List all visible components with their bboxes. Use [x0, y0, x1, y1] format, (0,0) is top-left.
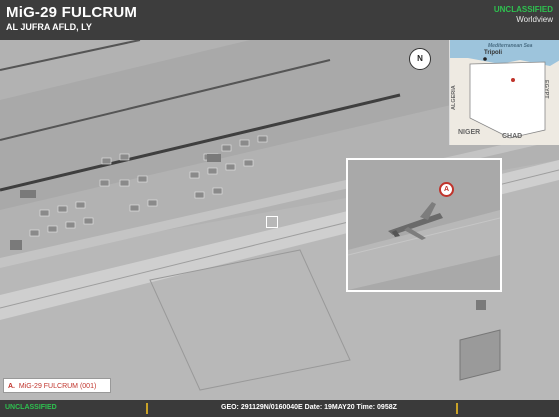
header-bar: MiG-29 FULCRUM AL JUFRA AFLD, LY UNCLASS…: [0, 0, 559, 40]
locator-label-niger: NIGER: [458, 129, 481, 136]
legend-box: A. MiG-29 FULCRUM (001): [3, 378, 111, 393]
classification-banner-top: UNCLASSIFIED: [493, 5, 553, 14]
page-title: MiG-29 FULCRUM: [6, 4, 138, 21]
distribution-scope: Worldview: [516, 15, 553, 24]
locator-map: Tripoli Mediterranean Sea ALGERIA NIGER …: [449, 40, 559, 145]
geo-date-time: GEO: 291129N/0160040E Date: 19MAY20 Time…: [221, 404, 397, 411]
locator-label-sea: Mediterranean Sea: [488, 43, 533, 49]
location-subtitle: AL JUFRA AFLD, LY: [6, 22, 92, 32]
legend-letter: A.: [8, 383, 15, 390]
inset-zoom-callout: [346, 158, 502, 292]
classification-banner-bottom: UNCLASSIFIED: [5, 404, 57, 411]
location-marker-icon: [511, 78, 515, 82]
aircraft-closeup: [348, 160, 500, 290]
locator-label-chad: CHAD: [502, 133, 523, 140]
footer-divider: [456, 403, 458, 414]
imagery-product: MiG-29 FULCRUM AL JUFRA AFLD, LY UNCLASS…: [0, 0, 559, 417]
target-marker-a: A: [439, 182, 454, 197]
locator-label-algeria: ALGERIA: [451, 85, 457, 110]
locator-label-egypt: EGYPT: [543, 80, 549, 99]
footer-divider: [146, 403, 148, 414]
north-arrow-icon: N: [409, 48, 431, 70]
zoom-source-box: [266, 216, 278, 228]
legend-text: MiG-29 FULCRUM (001): [18, 383, 97, 390]
tripoli-city-icon: [483, 57, 487, 61]
footer-bar: UNCLASSIFIED GEO: 291129N/0160040E Date:…: [0, 400, 559, 417]
locator-label-tripoli: Tripoli: [484, 50, 502, 56]
